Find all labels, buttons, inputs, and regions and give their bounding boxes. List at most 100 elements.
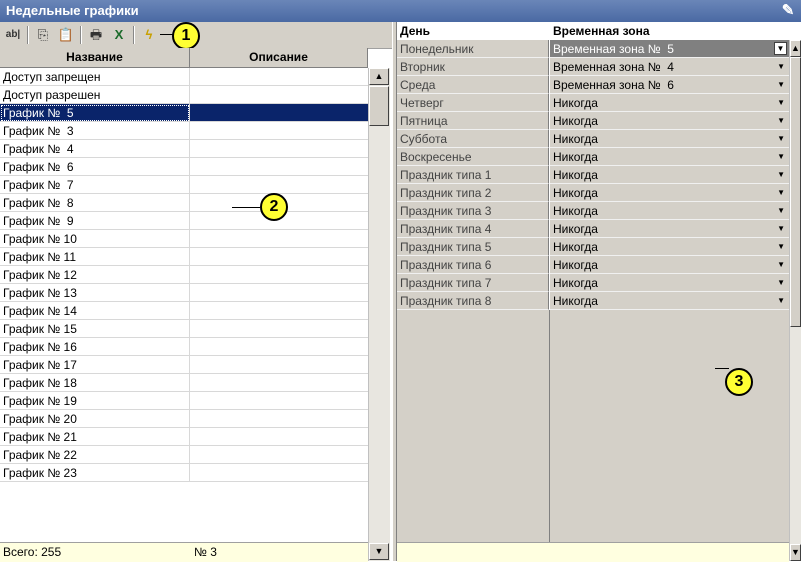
schedule-name-cell: График № 16 (0, 338, 190, 356)
table-row[interactable]: Суббота Никогда ▼ (397, 130, 789, 148)
chevron-down-icon[interactable]: ▼ (777, 148, 785, 166)
table-row[interactable]: Праздник типа 3 Никогда ▼ (397, 202, 789, 220)
chevron-down-icon[interactable]: ▼ (777, 94, 785, 112)
table-row[interactable]: График № 16 (0, 338, 368, 356)
table-row[interactable]: Праздник типа 4 Никогда ▼ (397, 220, 789, 238)
table-row[interactable]: График № 8 (0, 194, 368, 212)
table-row[interactable]: Праздник типа 8 Никогда ▼ (397, 292, 789, 310)
scroll-up-button[interactable]: ▲ (790, 40, 801, 57)
table-row[interactable]: График № 5 (0, 104, 368, 122)
schedules-scrollbar[interactable]: ▲ ▼ (368, 68, 390, 561)
excel-export-icon[interactable]: X (110, 26, 128, 44)
column-header-description[interactable]: Описание (190, 48, 368, 68)
table-row[interactable]: Праздник типа 6 Никогда ▼ (397, 256, 789, 274)
callout-1: 1 (172, 22, 200, 50)
table-row[interactable]: Воскресенье Никогда ▼ (397, 148, 789, 166)
time-zone-select[interactable]: Никогда ▼ (550, 184, 789, 202)
time-zone-select[interactable]: Никогда ▼ (550, 202, 789, 220)
table-row[interactable]: Четверг Никогда ▼ (397, 94, 789, 112)
column-header-name[interactable]: Название (0, 48, 190, 68)
table-row[interactable]: График № 7 (0, 176, 368, 194)
table-row[interactable]: График № 6 (0, 158, 368, 176)
table-row[interactable]: График № 17 (0, 356, 368, 374)
chevron-down-icon[interactable]: ▼ (777, 112, 785, 130)
scroll-thumb[interactable] (790, 57, 801, 327)
table-row[interactable]: График № 22 (0, 446, 368, 464)
table-row[interactable]: Доступ разрешен (0, 86, 368, 104)
scroll-thumb[interactable] (369, 86, 389, 126)
chevron-down-icon[interactable]: ▼ (777, 292, 785, 310)
week-scrollbar[interactable]: ▲ ▼ (789, 40, 801, 561)
schedule-name-cell: График № 7 (0, 176, 190, 194)
pin-icon[interactable]: ✎ (779, 2, 797, 20)
chevron-down-icon[interactable]: ▼ (777, 130, 785, 148)
time-zone-select[interactable]: Никогда ▼ (550, 148, 789, 166)
table-row[interactable]: График № 12 (0, 266, 368, 284)
table-row[interactable]: График № 9 (0, 212, 368, 230)
column-header-zone[interactable]: Временная зона (550, 22, 789, 40)
copy-icon[interactable]: ⎘ (34, 26, 52, 44)
print-icon[interactable]: 🖶 (87, 26, 105, 44)
table-row[interactable]: Вторник Временная зона № 4 ▼ (397, 58, 789, 76)
schedule-name-cell: График № 9 (0, 212, 190, 230)
chevron-down-icon[interactable]: ▼ (777, 202, 785, 220)
time-zone-select[interactable]: Никогда ▼ (550, 292, 789, 310)
weekly-schedules-window: Недельные графики ✎ ab| ⎘ 📋 🖶 X ϟ 1 Назв… (0, 0, 801, 562)
time-zone-select[interactable]: Временная зона № 4 ▼ (550, 58, 789, 76)
rename-icon[interactable]: ab| (4, 26, 22, 44)
scroll-up-button[interactable]: ▲ (369, 68, 389, 85)
scroll-down-button[interactable]: ▼ (369, 543, 389, 560)
lightning-icon[interactable]: ϟ (140, 26, 158, 44)
table-row[interactable]: График № 20 (0, 410, 368, 428)
chevron-down-icon[interactable]: ▼ (777, 220, 785, 238)
time-zone-select[interactable]: Никогда ▼ (550, 166, 789, 184)
time-zone-select[interactable]: Никогда ▼ (550, 112, 789, 130)
table-row[interactable]: График № 10 (0, 230, 368, 248)
day-cell: Праздник типа 4 (397, 220, 549, 238)
table-row[interactable]: График № 3 (0, 122, 368, 140)
time-zone-value: Временная зона № 4 (553, 60, 674, 74)
scroll-down-button[interactable]: ▼ (790, 544, 801, 561)
chevron-down-icon[interactable]: ▼ (777, 256, 785, 274)
table-row[interactable]: График № 23 (0, 464, 368, 482)
time-zone-select[interactable]: Никогда ▼ (550, 238, 789, 256)
table-row[interactable]: График № 4 (0, 140, 368, 158)
table-row[interactable]: График № 11 (0, 248, 368, 266)
table-row[interactable]: График № 21 (0, 428, 368, 446)
time-zone-value: Временная зона № 6 (553, 78, 674, 92)
chevron-down-icon[interactable]: ▼ (777, 58, 785, 76)
chevron-down-icon[interactable]: ▼ (777, 184, 785, 202)
schedule-name-cell: График № 15 (0, 320, 190, 338)
time-zone-select[interactable]: Временная зона № 5 ▼ (550, 40, 789, 58)
chevron-down-icon[interactable]: ▼ (774, 42, 787, 55)
table-row[interactable]: Пятница Никогда ▼ (397, 112, 789, 130)
column-divider (549, 310, 550, 542)
chevron-down-icon[interactable]: ▼ (777, 76, 785, 94)
chevron-down-icon[interactable]: ▼ (777, 274, 785, 292)
time-zone-value: Никогда (553, 114, 598, 128)
time-zone-select[interactable]: Никогда ▼ (550, 94, 789, 112)
table-row[interactable]: Праздник типа 5 Никогда ▼ (397, 238, 789, 256)
table-row[interactable]: График № 15 (0, 320, 368, 338)
chevron-down-icon[interactable]: ▼ (777, 166, 785, 184)
table-row[interactable]: График № 18 (0, 374, 368, 392)
table-row[interactable]: Праздник типа 1 Никогда ▼ (397, 166, 789, 184)
chevron-down-icon[interactable]: ▼ (777, 238, 785, 256)
table-row[interactable]: График № 13 (0, 284, 368, 302)
time-zone-select[interactable]: Никогда ▼ (550, 256, 789, 274)
table-row[interactable]: Доступ запрещен (0, 68, 368, 86)
table-row[interactable]: Праздник типа 2 Никогда ▼ (397, 184, 789, 202)
paste-icon[interactable]: 📋 (57, 26, 75, 44)
table-row[interactable]: График № 14 (0, 302, 368, 320)
time-zone-select[interactable]: Временная зона № 6 ▼ (550, 76, 789, 94)
table-row[interactable]: Понедельник Временная зона № 5 ▼ (397, 40, 789, 58)
table-row[interactable]: Среда Временная зона № 6 ▼ (397, 76, 789, 94)
schedule-name-cell: График № 11 (0, 248, 190, 266)
table-row[interactable]: График № 19 (0, 392, 368, 410)
time-zone-select[interactable]: Никогда ▼ (550, 220, 789, 238)
column-header-day[interactable]: День (397, 22, 549, 40)
time-zone-select[interactable]: Никогда ▼ (550, 130, 789, 148)
time-zone-select[interactable]: Никогда ▼ (550, 274, 789, 292)
schedule-name-cell: График № 4 (0, 140, 190, 158)
table-row[interactable]: Праздник типа 7 Никогда ▼ (397, 274, 789, 292)
